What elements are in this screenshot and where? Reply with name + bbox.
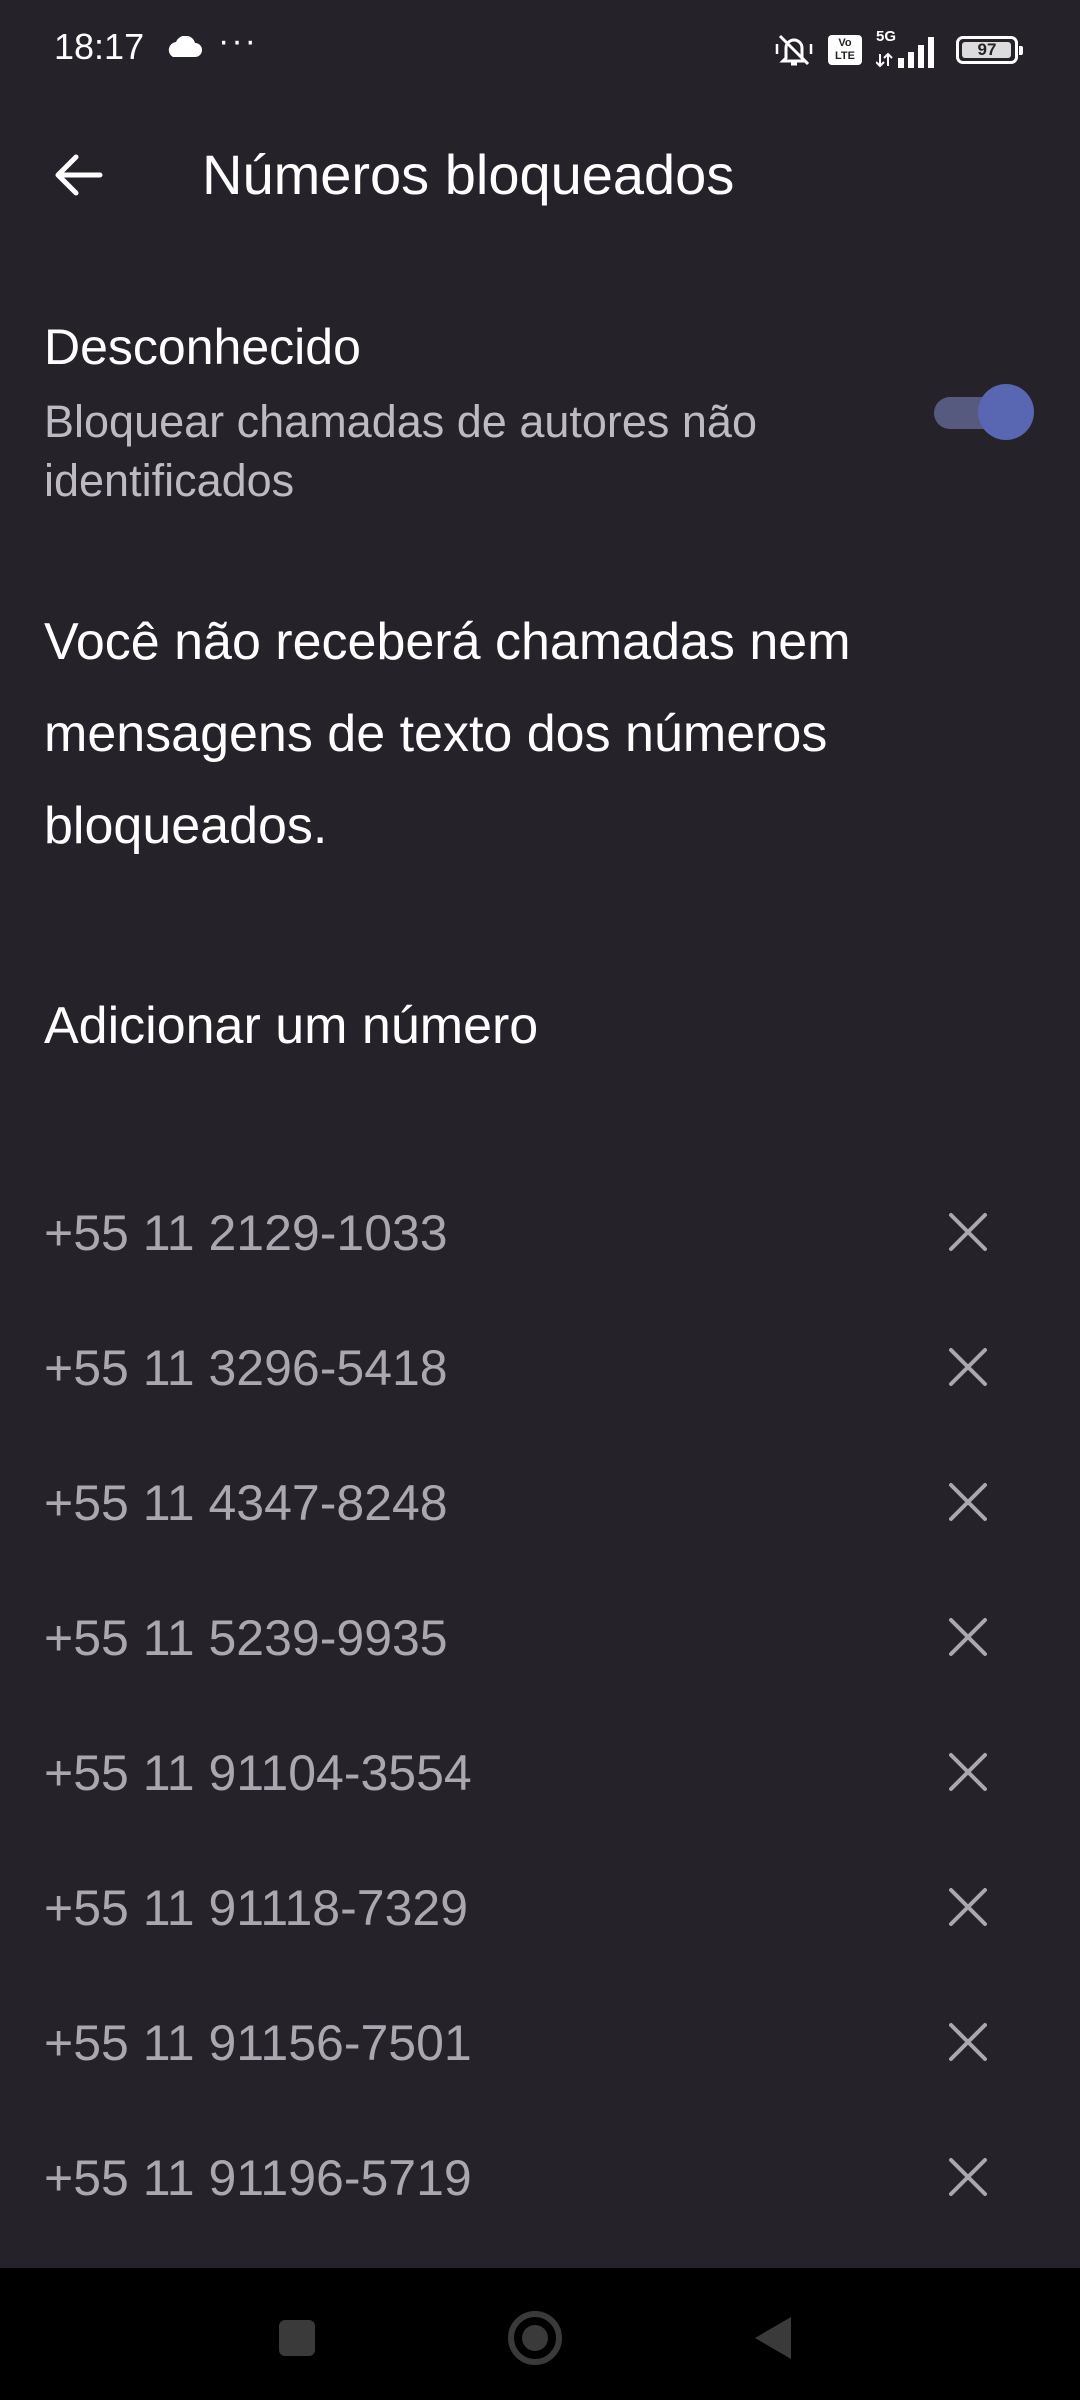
close-icon [949, 1348, 987, 1386]
battery-icon: 97 [956, 36, 1023, 64]
remove-number-button[interactable] [928, 2145, 1008, 2209]
navigation-bar [0, 2268, 1080, 2400]
close-icon [949, 2158, 987, 2196]
blocked-info-text: Você não receberá chamadas nem mensagens… [44, 613, 851, 855]
blocked-number-item: +55 11 3296-5418 [0, 1301, 1080, 1436]
remove-number-button[interactable] [928, 1605, 1008, 1669]
blocked-number-text: +55 11 91156-7501 [44, 2015, 472, 2071]
status-time: 18:17 [54, 26, 145, 67]
blocked-number-text: +55 11 5239-9935 [44, 1610, 448, 1666]
close-icon [949, 1888, 987, 1926]
add-number-button[interactable]: Adicionar um número [44, 996, 538, 1056]
close-icon [949, 1483, 987, 1521]
volte-icon: Vo LTE [828, 35, 862, 65]
remove-number-button[interactable] [928, 1200, 1008, 1264]
blocked-number-item: +55 11 91196-5719 [0, 2111, 1080, 2246]
status-icons: Vo LTE 5G 97 [774, 28, 1023, 70]
close-icon [949, 2023, 987, 2061]
remove-number-button[interactable] [928, 1875, 1008, 1939]
blocked-number-item: +55 11 91104-3554 [0, 1706, 1080, 1841]
recents-button[interactable] [262, 2308, 332, 2368]
close-icon [949, 1618, 987, 1656]
page-title: Números bloqueados [202, 143, 735, 206]
remove-number-button[interactable] [928, 1740, 1008, 1804]
close-icon [949, 1753, 987, 1791]
blocked-number-item: +55 11 4347-8248 [0, 1436, 1080, 1571]
blocked-number-text: +55 11 91118-7329 [44, 1880, 468, 1936]
blocked-number-item: +55 11 5239-9935 [0, 1571, 1080, 1706]
close-icon [949, 1213, 987, 1251]
back-nav-button[interactable] [738, 2308, 808, 2368]
home-icon [508, 2311, 562, 2365]
setting-title: Desconhecido [44, 319, 361, 375]
block-unknown-setting[interactable]: Desconhecido Bloquear chamadas de autore… [44, 318, 1034, 518]
blocked-numbers-list: +55 11 2129-1033 +55 11 3296-5418 +55 11… [0, 1166, 1080, 2246]
blocked-number-text: +55 11 91196-5719 [44, 2150, 472, 2206]
back-icon [755, 2317, 791, 2359]
cloud-icon [168, 36, 202, 57]
more-notifications-indicator: ··· [218, 22, 258, 60]
recents-icon [279, 2320, 315, 2356]
remove-number-button[interactable] [928, 2010, 1008, 2074]
blocked-number-text: +55 11 4347-8248 [44, 1475, 448, 1531]
blocked-number-item: +55 11 91118-7329 [0, 1841, 1080, 1976]
blocked-number-item: +55 11 2129-1033 [0, 1166, 1080, 1301]
arrow-left-icon [55, 154, 103, 196]
block-unknown-toggle[interactable] [934, 382, 1034, 442]
blocked-number-item: +55 11 91156-7501 [0, 1976, 1080, 2111]
battery-level: 97 [977, 40, 997, 59]
status-bar: 18:17 ··· Vo LTE 5G 97 [0, 0, 1080, 100]
remove-number-button[interactable] [928, 1335, 1008, 1399]
blocked-number-text: +55 11 3296-5418 [44, 1340, 448, 1396]
remove-number-button[interactable] [928, 1470, 1008, 1534]
signal-5g-icon: 5G [876, 28, 942, 68]
setting-description: Bloquear chamadas de autores não identif… [44, 396, 757, 506]
home-button[interactable] [500, 2308, 570, 2368]
app-bar: Números bloqueados [0, 120, 1080, 230]
toggle-thumb [978, 384, 1034, 440]
back-button[interactable] [38, 140, 118, 210]
blocked-number-text: +55 11 91104-3554 [44, 1745, 472, 1801]
blocked-number-text: +55 11 2129-1033 [44, 1205, 448, 1261]
vibrate-icon [775, 34, 813, 66]
